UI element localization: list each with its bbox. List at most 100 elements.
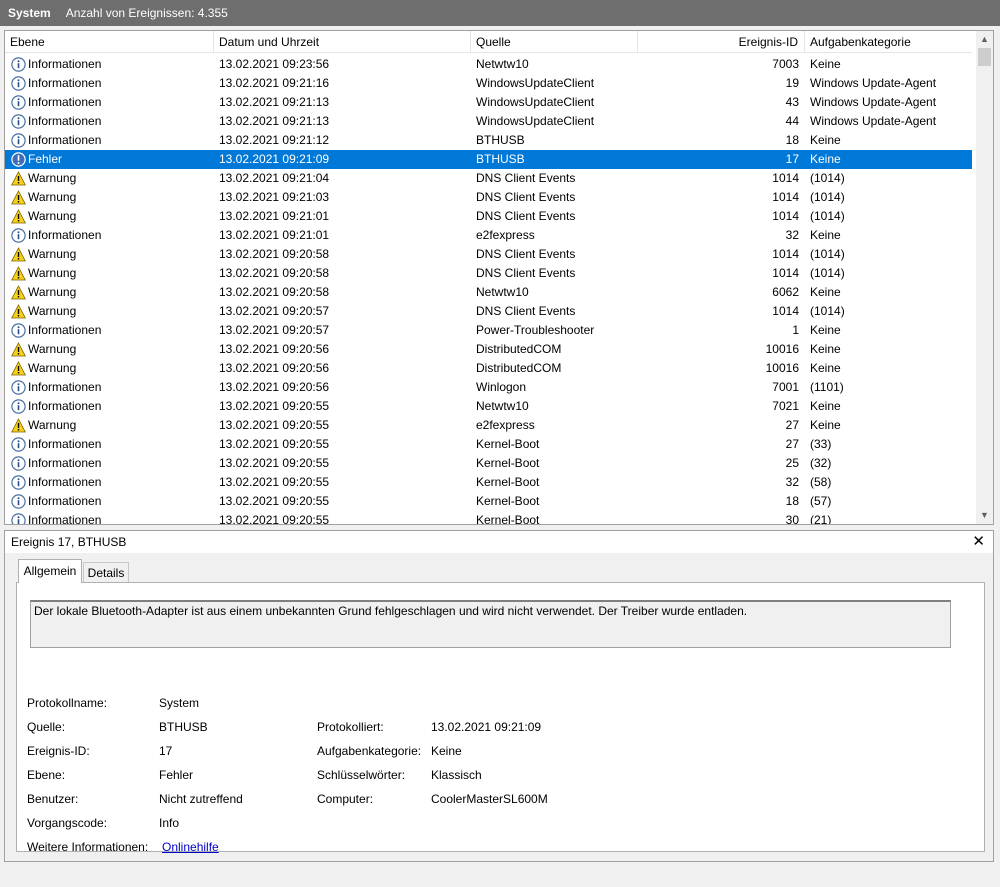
event-row[interactable]: Warnung 13.02.2021 09:20:56 DistributedCOM… bbox=[5, 340, 972, 359]
event-source: WindowsUpdateClient bbox=[476, 95, 595, 109]
event-level: Informationen bbox=[28, 76, 102, 90]
value-source: BTHUSB bbox=[159, 720, 208, 734]
event-detail-pane: Ereignis 17, BTHUSB ✕ Allgemein Details … bbox=[4, 530, 994, 862]
online-help-link[interactable]: Onlinehilfe bbox=[162, 840, 219, 854]
event-row[interactable]: Informationen 13.02.2021 09:21:01 e2fexpre… bbox=[5, 226, 972, 245]
warning-triangle-icon bbox=[11, 171, 26, 186]
event-level: Informationen bbox=[28, 399, 102, 413]
event-row[interactable]: Informationen 13.02.2021 09:21:13 WindowsU… bbox=[5, 112, 972, 131]
label-computer: Computer: bbox=[317, 792, 374, 806]
event-row[interactable]: Warnung 13.02.2021 09:20:58 Netwtw10 6062 Ke… bbox=[5, 283, 972, 302]
column-header-source[interactable]: Quelle bbox=[471, 31, 638, 53]
warning-triangle-icon bbox=[11, 190, 26, 205]
event-level: Informationen bbox=[28, 114, 102, 128]
event-level: Warnung bbox=[28, 285, 77, 299]
event-source: WindowsUpdateClient bbox=[476, 114, 595, 128]
event-datetime: 13.02.2021 09:20:56 bbox=[219, 342, 330, 356]
event-source: BTHUSB bbox=[476, 133, 525, 147]
event-row[interactable]: Warnung 13.02.2021 09:20:56 DistributedCOM… bbox=[5, 359, 972, 378]
event-row[interactable]: Warnung 13.02.2021 09:20:58 DNS Client Eve… bbox=[5, 245, 972, 264]
scroll-up-arrow-icon[interactable]: ▲ bbox=[976, 31, 993, 48]
event-id: 18 bbox=[785, 133, 799, 147]
event-id: 10016 bbox=[765, 361, 799, 375]
event-row[interactable]: Informationen 13.02.2021 09:21:13 WindowsU… bbox=[5, 93, 972, 112]
info-circle-icon bbox=[11, 399, 26, 414]
label-level: Ebene: bbox=[27, 768, 66, 782]
tab-general[interactable]: Allgemein bbox=[18, 559, 82, 583]
event-row[interactable]: Fehler 13.02.2021 09:21:09 BTHUSB 17 Keine bbox=[5, 150, 972, 169]
event-row[interactable]: Informationen 13.02.2021 09:20:55 Kernel-B… bbox=[5, 473, 972, 492]
event-category: Keine bbox=[810, 418, 841, 432]
event-row[interactable]: Warnung 13.02.2021 09:21:03 DNS Client Eve… bbox=[5, 188, 972, 207]
event-row[interactable]: Informationen 13.02.2021 09:20:57 Power-Tr… bbox=[5, 321, 972, 340]
event-datetime: 13.02.2021 09:23:56 bbox=[219, 57, 330, 71]
column-header-level[interactable]: Ebene bbox=[5, 31, 214, 53]
event-row[interactable]: Informationen 13.02.2021 09:21:16 WindowsU… bbox=[5, 74, 972, 93]
error-circle-icon bbox=[11, 152, 26, 167]
event-source: WindowsUpdateClient bbox=[476, 76, 595, 90]
event-datetime: 13.02.2021 09:20:58 bbox=[219, 266, 330, 280]
event-row[interactable]: Informationen 13.02.2021 09:20:55 Kernel-B… bbox=[5, 492, 972, 511]
event-source: Kernel-Boot bbox=[476, 456, 540, 470]
event-row[interactable]: Informationen 13.02.2021 09:20:55 Kernel-B… bbox=[5, 435, 972, 454]
event-row[interactable]: Informationen 13.02.2021 09:20:56 Winlogon… bbox=[5, 378, 972, 397]
event-row[interactable]: Informationen 13.02.2021 09:21:12 BTHUSB 18… bbox=[5, 131, 972, 150]
event-source: DNS Client Events bbox=[476, 304, 576, 318]
event-row[interactable]: Informationen 13.02.2021 09:20:55 Kernel-B… bbox=[5, 511, 972, 524]
event-source: Netwtw10 bbox=[476, 57, 529, 71]
event-datetime: 13.02.2021 09:20:56 bbox=[219, 361, 330, 375]
event-level: Warnung bbox=[28, 418, 77, 432]
event-row[interactable]: Warnung 13.02.2021 09:20:58 DNS Client Eve… bbox=[5, 264, 972, 283]
scrollbar-thumb[interactable] bbox=[978, 48, 991, 66]
event-description[interactable]: Der lokale Bluetooth-Adapter ist aus ein… bbox=[30, 600, 951, 648]
column-header-event-id[interactable]: Ereignis-ID bbox=[638, 31, 805, 53]
info-circle-icon bbox=[11, 380, 26, 395]
event-datetime: 13.02.2021 09:20:55 bbox=[219, 399, 330, 413]
event-source: DNS Client Events bbox=[476, 171, 576, 185]
event-id: 43 bbox=[785, 95, 799, 109]
info-circle-icon bbox=[11, 95, 26, 110]
event-category: (1101) bbox=[810, 380, 844, 394]
event-category: Keine bbox=[810, 133, 841, 147]
column-header-category[interactable]: Aufgabenkategorie bbox=[805, 31, 972, 53]
scroll-down-arrow-icon[interactable]: ▼ bbox=[976, 507, 993, 524]
event-list[interactable]: Ebene Datum und Uhrzeit Quelle Ereignis-… bbox=[4, 30, 994, 525]
vertical-scrollbar[interactable]: ▲ ▼ bbox=[976, 31, 993, 524]
event-id: 32 bbox=[785, 228, 799, 242]
event-row[interactable]: Informationen 13.02.2021 09:20:55 Kernel-B… bbox=[5, 454, 972, 473]
warning-triangle-icon bbox=[11, 304, 26, 319]
event-category: Keine bbox=[810, 152, 841, 166]
event-datetime: 13.02.2021 09:21:09 bbox=[219, 152, 330, 166]
label-keywords: Schlüsselwörter: bbox=[317, 768, 406, 782]
event-datetime: 13.02.2021 09:20:55 bbox=[219, 437, 330, 451]
event-category: (33) bbox=[810, 437, 832, 451]
event-id: 25 bbox=[785, 456, 799, 470]
event-row[interactable]: Informationen 13.02.2021 09:23:56 Netwtw10… bbox=[5, 55, 972, 74]
event-source: Netwtw10 bbox=[476, 399, 529, 413]
event-level: Warnung bbox=[28, 342, 77, 356]
event-id: 1014 bbox=[772, 266, 799, 280]
event-datetime: 13.02.2021 09:21:01 bbox=[219, 209, 330, 223]
info-circle-icon bbox=[11, 456, 26, 471]
event-row[interactable]: Warnung 13.02.2021 09:21:01 DNS Client Eve… bbox=[5, 207, 972, 226]
event-detail-title: Ereignis 17, BTHUSB bbox=[11, 535, 127, 549]
event-row[interactable]: Warnung 13.02.2021 09:21:04 DNS Client Eve… bbox=[5, 169, 972, 188]
event-id: 27 bbox=[785, 418, 799, 432]
label-log-name: Protokollname: bbox=[27, 696, 108, 710]
column-header-datetime[interactable]: Datum und Uhrzeit bbox=[214, 31, 471, 53]
event-row[interactable]: Informationen 13.02.2021 09:20:55 Netwtw10… bbox=[5, 397, 972, 416]
event-row[interactable]: Warnung 13.02.2021 09:20:57 DNS Client Eve… bbox=[5, 302, 972, 321]
event-id: 7003 bbox=[772, 57, 799, 71]
event-category: Windows Update-Agent bbox=[810, 76, 937, 90]
warning-triangle-icon bbox=[11, 361, 26, 376]
event-id: 32 bbox=[785, 475, 799, 489]
close-icon[interactable]: ✕ bbox=[972, 531, 985, 553]
event-row[interactable]: Warnung 13.02.2021 09:20:55 e2fexpress 27 Ke… bbox=[5, 416, 972, 435]
info-circle-icon bbox=[11, 323, 26, 338]
warning-triangle-icon bbox=[11, 285, 26, 300]
event-datetime: 13.02.2021 09:21:12 bbox=[219, 133, 330, 147]
warning-triangle-icon bbox=[11, 209, 26, 224]
tab-details[interactable]: Details bbox=[83, 562, 129, 583]
event-level: Warnung bbox=[28, 171, 77, 185]
label-opcode: Vorgangscode: bbox=[27, 816, 108, 830]
